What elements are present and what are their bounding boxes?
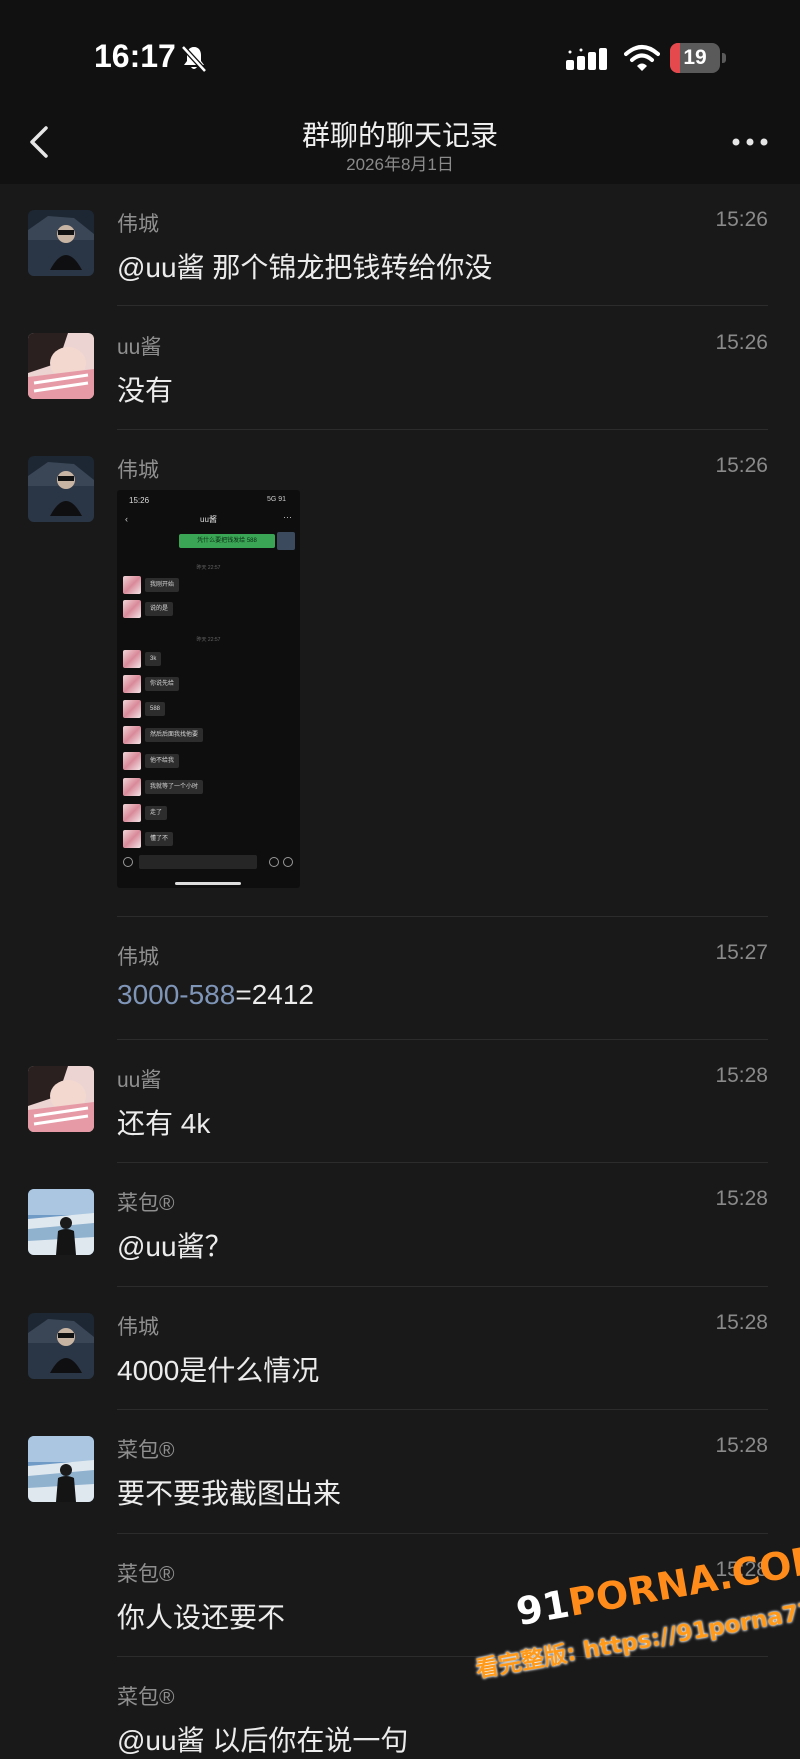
avatar-caibao[interactable]	[28, 1436, 94, 1502]
shot-timestamp: 昨天 22:57	[196, 565, 221, 571]
message-time: 15:27	[715, 941, 768, 964]
message-text: 3000-588=2412	[117, 979, 314, 1010]
message-text: 4000是什么情况	[117, 1355, 320, 1386]
sender-name: uu酱	[117, 1069, 162, 1092]
message-text: 还有 4k	[117, 1108, 211, 1139]
message-text: @uu酱 以后你在说一句	[117, 1725, 409, 1756]
shot-status-time: 15:26	[129, 496, 150, 505]
sender-name: 菜包®	[117, 1439, 175, 1462]
sender-name: 伟城	[117, 459, 159, 482]
battery-level: 19	[683, 46, 707, 69]
message-item[interactable]: 伟城 15:27 3000-588=2412	[0, 917, 800, 1040]
avatar-uu[interactable]	[28, 333, 94, 399]
avatar-weicheng[interactable]	[28, 456, 94, 522]
shot-sent-bubble: 凭什么要把钱发给 588	[179, 534, 275, 548]
sender-name: 伟城	[117, 213, 159, 236]
message-time: 15:28	[715, 1064, 768, 1087]
message-time: 15:28	[715, 1434, 768, 1457]
shot-timestamp: 昨天 22:57	[196, 637, 221, 643]
page-subtitle: 2026年8月1日	[346, 155, 454, 174]
sender-name: 菜包®	[117, 1563, 175, 1586]
message-time: 15:28	[715, 1311, 768, 1334]
shot-status-icons: 5G 91	[267, 496, 287, 503]
message-item[interactable]: 伟城 15:26 @uu酱 那个锦龙把钱转给你没	[0, 184, 800, 306]
message-item[interactable]: uu酱 15:26 没有	[0, 307, 800, 430]
shot-home-indicator	[175, 882, 241, 885]
message-time: 15:26	[715, 331, 768, 354]
more-options-icon[interactable]	[730, 136, 770, 148]
wifi-icon	[624, 45, 660, 71]
shot-more-icon: ···	[283, 512, 292, 522]
sender-name: uu酱	[117, 336, 162, 359]
shot-input-bar	[121, 854, 296, 870]
message-text: 你人设还要不	[117, 1602, 286, 1633]
avatar-weicheng[interactable]	[28, 1313, 94, 1379]
message-item[interactable]: uu酱 15:28 还有 4k	[0, 1040, 800, 1163]
divider	[117, 305, 768, 306]
cellular-signal-icon	[566, 48, 607, 70]
shot-title: uu酱	[200, 515, 217, 524]
message-item[interactable]: 菜包® 15:28 要不要我截图出来	[0, 1410, 800, 1534]
shot-avatar	[277, 532, 295, 550]
message-text: @uu酱？	[117, 1231, 233, 1262]
avatar-uu[interactable]	[28, 1066, 94, 1132]
sender-name: 伟城	[117, 1316, 159, 1339]
message-time: 15:28	[715, 1187, 768, 1210]
message-time: 15:26	[715, 454, 768, 477]
message-text: @uu酱 那个锦龙把钱转给你没	[117, 252, 493, 283]
nav-bar: 群聊的聊天记录 2026年8月1日	[0, 100, 800, 184]
message-item[interactable]: 菜包® 15:28 @uu酱？	[0, 1163, 800, 1287]
avatar-caibao[interactable]	[28, 1189, 94, 1255]
message-text: 要不要我截图出来	[117, 1478, 342, 1509]
sender-name: 伟城	[117, 946, 159, 969]
phone-number-link[interactable]: 3000-588	[117, 979, 235, 1010]
message-text: 没有	[117, 375, 174, 406]
status-time: 16:17	[94, 38, 176, 74]
message-image[interactable]: 15:26 5G 91 ‹ uu酱 ··· 凭什么要把钱发给 588 昨天 22…	[117, 490, 300, 888]
message-item[interactable]: 伟城 15:28 4000是什么情况	[0, 1287, 800, 1410]
avatar-weicheng[interactable]	[28, 210, 94, 276]
sender-name: 菜包®	[117, 1192, 175, 1215]
sender-name: 菜包®	[117, 1686, 175, 1709]
page-title: 群聊的聊天记录	[301, 120, 498, 151]
message-time: 15:26	[715, 208, 768, 231]
status-bar: 16:17 19	[0, 0, 800, 100]
bell-slash-icon	[181, 45, 207, 73]
battery-icon: 19	[670, 43, 726, 73]
